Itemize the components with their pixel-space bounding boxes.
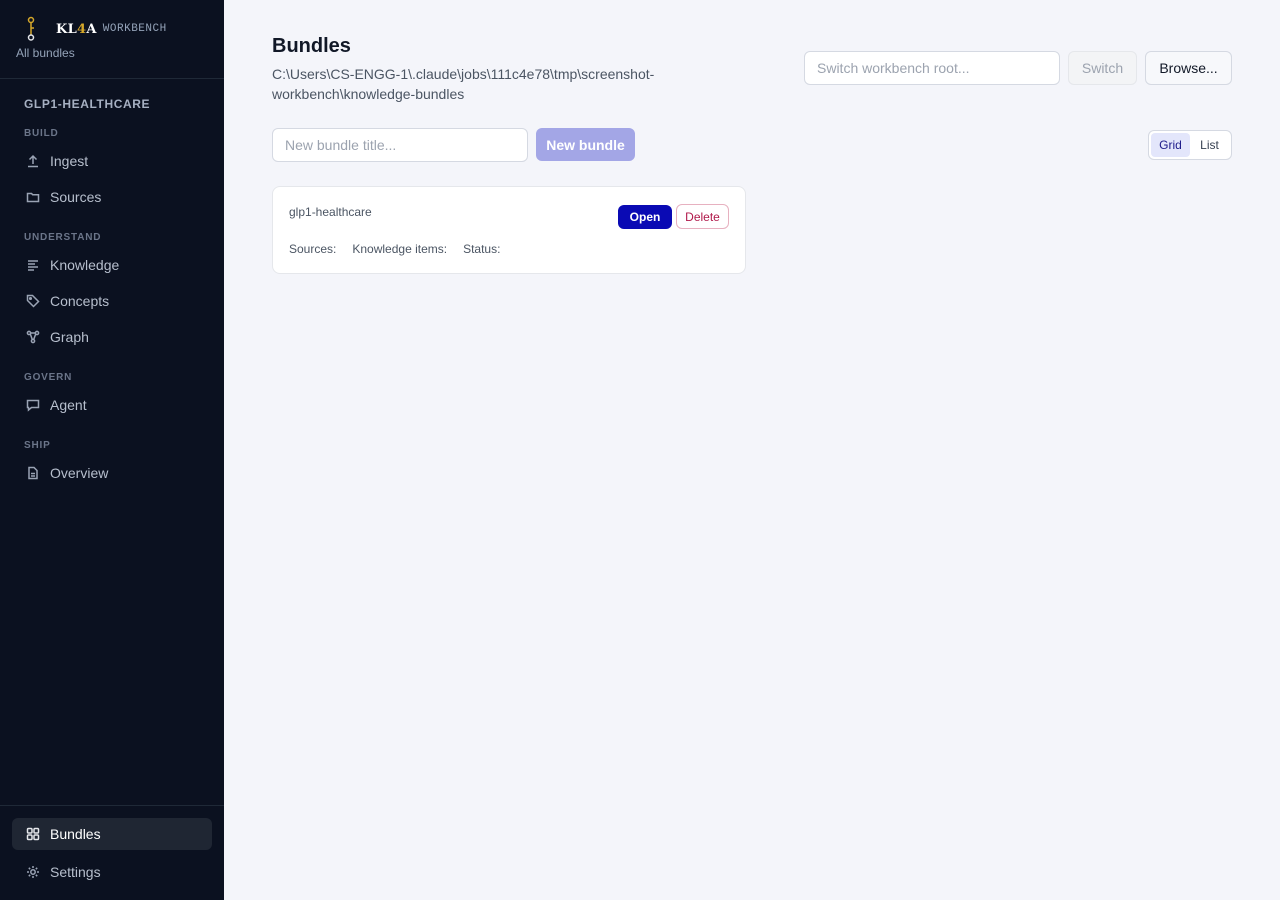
sidebar-bottom: Bundles Settings bbox=[0, 805, 224, 900]
bundle-card-meta: Sources: Knowledge items: Status: bbox=[289, 242, 500, 256]
sidebar-item-label: Agent bbox=[50, 397, 87, 413]
lines-icon bbox=[26, 258, 40, 272]
new-bundle-title-input[interactable] bbox=[272, 128, 528, 162]
gear-icon bbox=[26, 865, 40, 879]
bundle-knowledge-label: Knowledge items: bbox=[352, 242, 448, 256]
brand-name: KL4A bbox=[56, 21, 97, 37]
view-toggle-grid[interactable]: Grid bbox=[1151, 133, 1190, 157]
sidebar-item-label: Overview bbox=[50, 465, 109, 481]
chat-icon bbox=[26, 398, 40, 412]
grid-icon bbox=[26, 827, 40, 841]
bundle-card: glp1-healthcare Open Delete Sources: Kno… bbox=[272, 186, 746, 274]
workbench-root-input[interactable] bbox=[804, 51, 1060, 85]
sidebar: KL4A WORKBENCH All bundles GLP1-HEALTHCA… bbox=[0, 0, 224, 900]
sidebar-item-label: Sources bbox=[50, 189, 102, 205]
sidebar-item-label: Bundles bbox=[50, 826, 101, 842]
brand-logo-row[interactable]: KL4A WORKBENCH bbox=[16, 16, 208, 42]
sidebar-item-label: Settings bbox=[50, 864, 101, 880]
sidebar-item-agent[interactable]: Agent bbox=[0, 387, 224, 423]
page-title: Bundles bbox=[272, 35, 351, 57]
main-content: Bundles C:\Users\CS-ENGG-1\.claude\jobs\… bbox=[224, 0, 1280, 900]
open-bundle-button[interactable]: Open bbox=[618, 205, 672, 229]
logo-icon bbox=[27, 16, 35, 41]
document-icon bbox=[26, 466, 40, 480]
sidebar-item-settings[interactable]: Settings bbox=[12, 854, 212, 890]
sidebar-item-graph[interactable]: Graph bbox=[0, 319, 224, 355]
sidebar-item-label: Concepts bbox=[50, 293, 110, 309]
browse-button[interactable]: Browse... bbox=[1145, 51, 1232, 85]
delete-bundle-button[interactable]: Delete bbox=[676, 204, 729, 229]
workbench-path: C:\Users\CS-ENGG-1\.claude\jobs\111c4e78… bbox=[272, 66, 655, 102]
sidebar-item-label: Ingest bbox=[50, 153, 89, 169]
bundle-sources-label: Sources: bbox=[289, 242, 337, 256]
view-toggle-list[interactable]: List bbox=[1190, 133, 1229, 157]
graph-icon bbox=[26, 330, 40, 344]
section-label-build: BUILD bbox=[24, 128, 59, 139]
sidebar-item-knowledge[interactable]: Knowledge bbox=[0, 247, 224, 283]
tag-icon bbox=[26, 294, 40, 308]
sidebar-item-ingest[interactable]: Ingest bbox=[0, 143, 224, 179]
all-bundles-link[interactable]: All bundles bbox=[16, 46, 208, 60]
section-label-understand: UNDERSTAND bbox=[24, 232, 102, 243]
switch-button[interactable]: Switch bbox=[1068, 51, 1137, 85]
view-toggle: Grid List bbox=[1148, 130, 1232, 160]
section-label-ship: SHIP bbox=[24, 440, 51, 451]
bundle-status-label: Status: bbox=[463, 242, 501, 256]
brand-header: KL4A WORKBENCH All bundles bbox=[0, 0, 224, 79]
new-bundle-button[interactable]: New bundle bbox=[536, 128, 635, 161]
sidebar-item-bundles[interactable]: Bundles bbox=[12, 818, 212, 850]
upload-icon bbox=[26, 154, 40, 168]
current-bundle-name: GLP1-HEALTHCARE bbox=[24, 97, 151, 111]
brand-subtitle: WORKBENCH bbox=[102, 23, 167, 35]
folder-icon bbox=[26, 190, 40, 204]
sidebar-item-label: Graph bbox=[50, 329, 89, 345]
bundle-card-title: glp1-healthcare bbox=[289, 205, 372, 219]
sidebar-item-concepts[interactable]: Concepts bbox=[0, 283, 224, 319]
section-label-govern: GOVERN bbox=[24, 372, 73, 383]
sidebar-item-overview[interactable]: Overview bbox=[0, 455, 224, 491]
sidebar-item-label: Knowledge bbox=[50, 257, 120, 273]
sidebar-item-sources[interactable]: Sources bbox=[0, 179, 224, 215]
